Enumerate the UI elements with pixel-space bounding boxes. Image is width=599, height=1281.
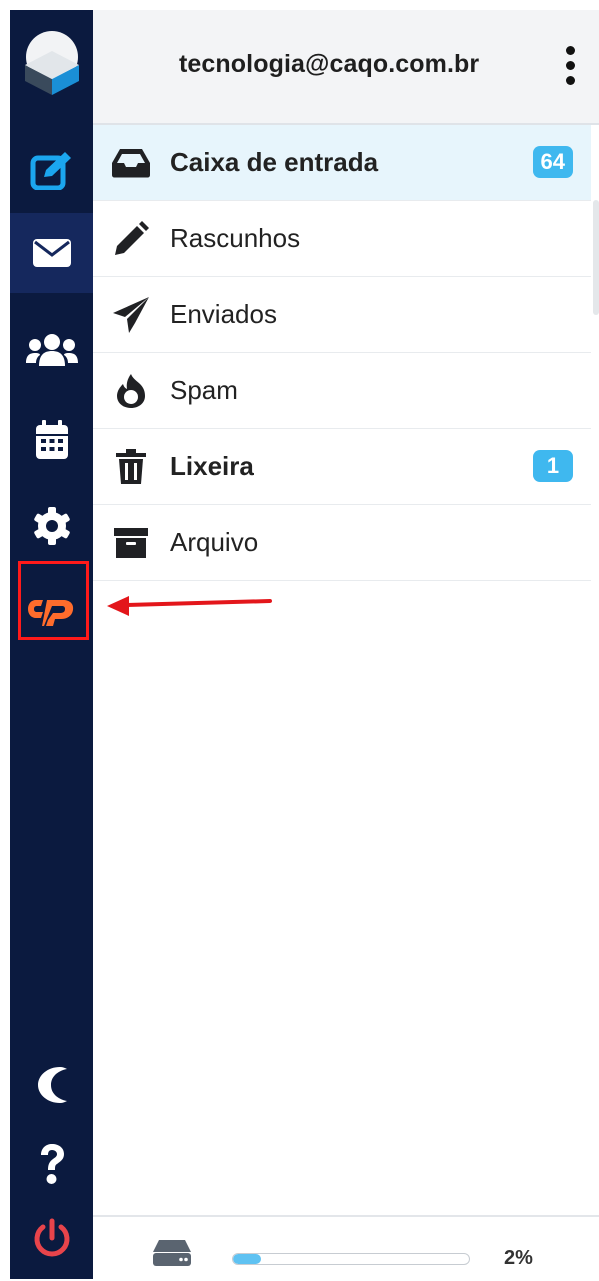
folder-inbox[interactable]: Caixa de entrada 64 xyxy=(93,125,591,201)
account-email[interactable]: tecnologia@caqo.com.br xyxy=(179,50,479,79)
folder-archive[interactable]: Arquivo xyxy=(93,505,591,581)
gear-icon xyxy=(33,507,70,545)
mail-button[interactable] xyxy=(10,213,93,293)
pencil-icon xyxy=(111,219,151,259)
calendar-icon xyxy=(35,420,68,459)
quota-bar-fill xyxy=(233,1254,262,1264)
compose-button[interactable] xyxy=(10,130,93,210)
calendar-button[interactable] xyxy=(10,400,93,480)
dark-mode-button[interactable] xyxy=(10,1045,93,1125)
folder-label: Arquivo xyxy=(170,527,259,557)
annotation-arrow xyxy=(107,596,272,616)
fire-icon xyxy=(111,371,151,411)
folder-panel: tecnologia@caqo.com.br Caixa de entrada … xyxy=(93,10,599,1281)
cpanel-highlight-box xyxy=(18,561,89,640)
unread-badge: 64 xyxy=(532,146,573,178)
folder-trash[interactable]: Lixeira 1 xyxy=(93,429,591,505)
folder-sent[interactable]: Enviados xyxy=(93,277,591,353)
inbox-icon xyxy=(111,143,151,183)
power-icon xyxy=(34,1218,69,1257)
unread-badge: 1 xyxy=(533,450,573,482)
hard-drive-icon xyxy=(153,1240,191,1266)
contacts-button[interactable] xyxy=(10,310,93,390)
folder-drafts[interactable]: Rascunhos xyxy=(93,201,591,277)
folder-list: Caixa de entrada 64 Rascunhos Enviados S… xyxy=(93,125,591,581)
settings-button[interactable] xyxy=(10,486,93,566)
folder-label: Rascunhos xyxy=(170,223,301,253)
moon-icon xyxy=(37,1067,67,1103)
folder-spam[interactable]: Spam xyxy=(93,353,591,429)
quota-percent: 2% xyxy=(504,1247,533,1269)
users-icon xyxy=(25,334,78,366)
question-icon xyxy=(40,1144,64,1184)
envelope-icon xyxy=(32,239,71,267)
folder-label: Enviados xyxy=(170,299,277,329)
archive-icon xyxy=(111,523,151,563)
logout-button[interactable] xyxy=(10,1199,93,1279)
trash-icon xyxy=(111,447,151,487)
quota-bar xyxy=(232,1253,470,1265)
folder-label: Lixeira xyxy=(170,451,254,481)
folder-label: Caixa de entrada xyxy=(170,147,379,177)
account-header: tecnologia@caqo.com.br xyxy=(93,10,599,125)
paper-plane-icon xyxy=(111,295,151,335)
kebab-menu-icon[interactable] xyxy=(555,38,585,92)
compose-icon xyxy=(30,152,71,190)
logo-icon xyxy=(24,31,79,95)
app-logo[interactable] xyxy=(10,10,93,110)
webmail-app: tecnologia@caqo.com.br Caixa de entrada … xyxy=(0,0,599,1281)
quota-footer: 2% xyxy=(93,1215,599,1281)
folder-scrollbar[interactable] xyxy=(593,200,599,315)
left-nav xyxy=(10,10,93,1279)
folder-label: Spam xyxy=(170,375,238,405)
help-button[interactable] xyxy=(10,1124,93,1204)
